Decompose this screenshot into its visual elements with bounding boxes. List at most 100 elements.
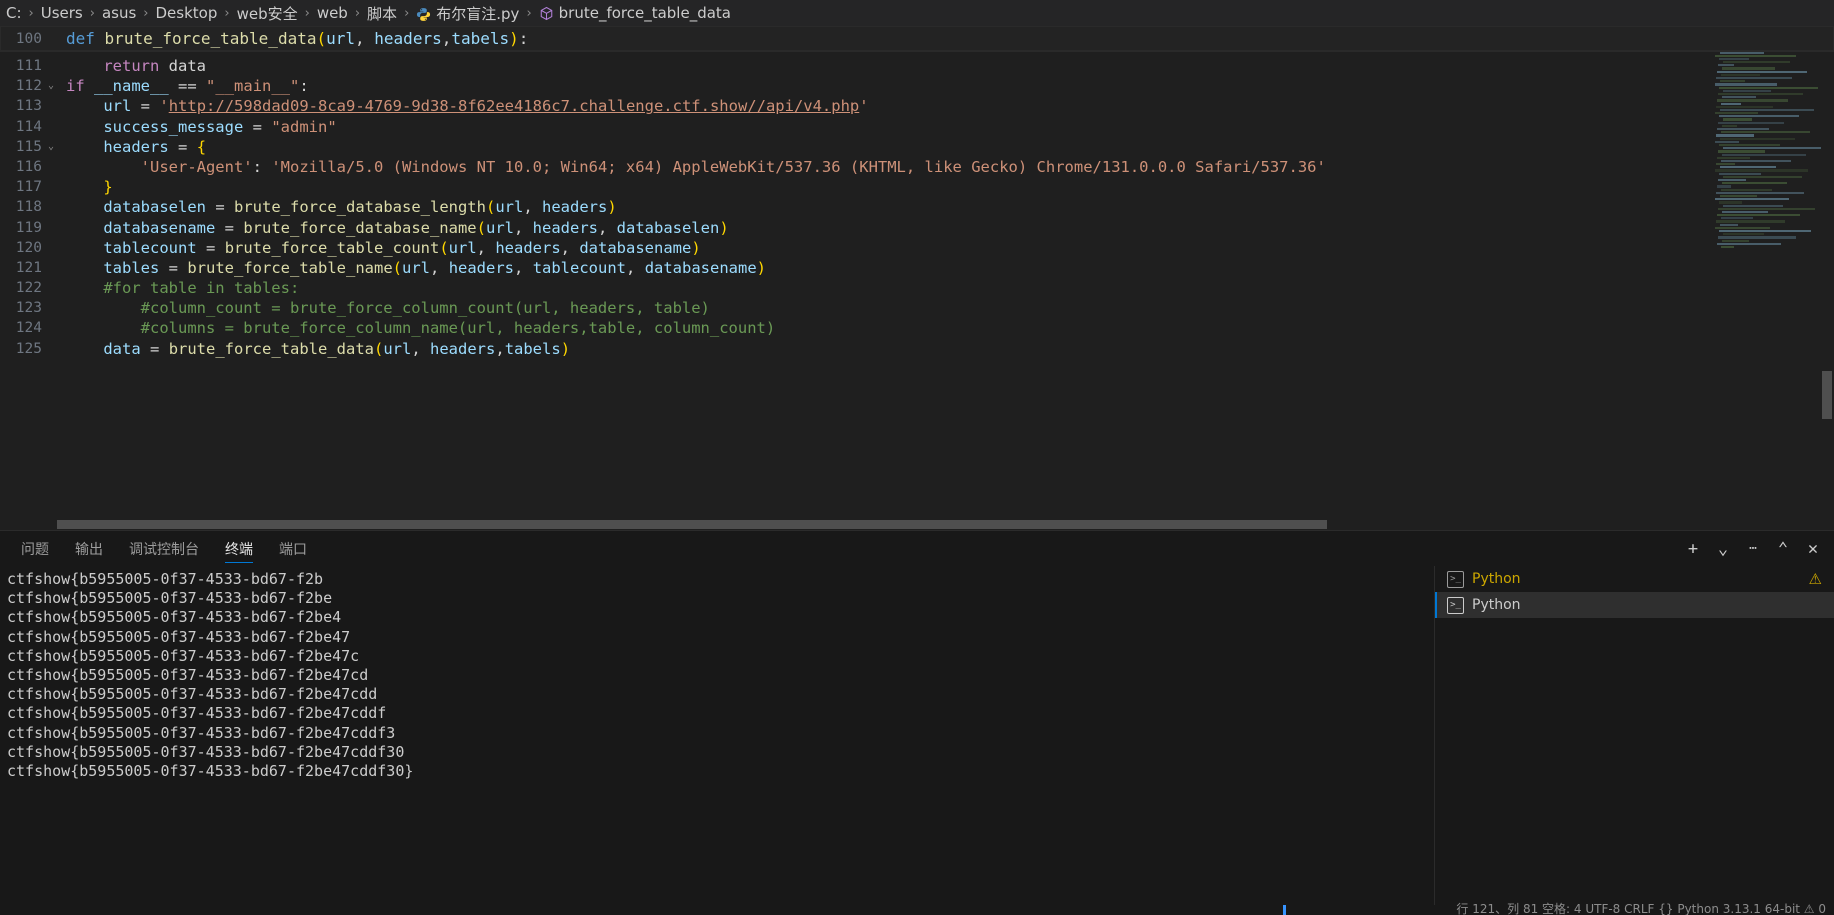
breadcrumb-item[interactable]: web xyxy=(317,4,348,22)
code-token: tabels xyxy=(504,339,561,358)
code-line[interactable]: 113 url = 'http://598dad09-8ca9-4769-9d3… xyxy=(0,96,1834,116)
breadcrumb-item[interactable]: 脚本 xyxy=(367,3,397,24)
editor-horizontal-scrollbar[interactable] xyxy=(0,518,1450,530)
code-token: 'User-Agent' xyxy=(140,157,253,176)
breadcrumb-item[interactable]: web安全 xyxy=(237,3,298,24)
panel-close-button[interactable]: ✕ xyxy=(1800,536,1826,562)
terminal-icon: >_ xyxy=(1447,596,1464,614)
fold-indicator[interactable]: ⌄ xyxy=(42,76,60,96)
python-file-icon xyxy=(416,7,431,22)
terminal-tab-0[interactable]: >_ Python ⚠ xyxy=(1435,566,1834,592)
breadcrumb-item[interactable]: 布尔盲注.py xyxy=(416,3,519,24)
code-token: = xyxy=(206,238,216,257)
panel-tab-1[interactable]: 输出 xyxy=(62,531,116,566)
code-token: : xyxy=(299,77,309,96)
code-token: , xyxy=(476,238,496,257)
code-text: if __name__ == "__main__": xyxy=(60,76,309,96)
code-token: ' xyxy=(159,97,169,116)
line-number: 118 xyxy=(15,199,42,216)
terminal-output[interactable]: ctfshow{b5955005-0f37-4533-bd67-f2b ctfsh… xyxy=(0,566,1434,915)
terminal-tab-list[interactable]: >_ Python ⚠ >_ Python xyxy=(1434,566,1834,915)
code-token: ) xyxy=(756,258,767,277)
breadcrumb-separator: › xyxy=(143,5,149,21)
line-number: 100 xyxy=(15,30,42,47)
terminal-dropdown-button[interactable]: ⌄ xyxy=(1710,536,1736,562)
code-text: data = brute_force_table_data(url, heade… xyxy=(60,339,570,359)
code-token: ) xyxy=(719,218,729,237)
code-line[interactable]: 111 return data xyxy=(0,56,1834,76)
terminal-more-button[interactable]: ⋯ xyxy=(1740,536,1766,562)
line-number: 113 xyxy=(15,98,42,115)
code-line[interactable]: 123 #column_count = brute_force_column_c… xyxy=(0,298,1834,318)
symbol-method-icon xyxy=(539,6,554,21)
code-editor[interactable]: 100 def brute_force_table_data(url, head… xyxy=(0,26,1834,530)
code-token: == xyxy=(178,77,197,96)
terminal-output-line: ctfshow{b5955005-0f37-4533-bd67-f2be47cd xyxy=(7,666,369,685)
breadcrumb-label: 脚本 xyxy=(367,4,398,23)
code-line[interactable]: 116 'User-Agent': 'Mozilla/5.0 (Windows … xyxy=(0,157,1834,177)
code-line[interactable]: 117 } xyxy=(0,177,1834,197)
code-line[interactable]: 114 success_message = "admin" xyxy=(0,117,1834,137)
breadcrumb-item[interactable]: Desktop xyxy=(156,4,218,22)
code-line[interactable]: 124 #columns = brute_force_column_name(u… xyxy=(0,318,1834,338)
code-token: = xyxy=(224,218,234,237)
code-token[interactable]: http://598dad09-8ca9-4769-9d38-8f62ee418… xyxy=(169,97,860,115)
panel-maximize-button[interactable]: ⌃ xyxy=(1770,536,1796,562)
code-token: #for table in tables: xyxy=(66,279,300,298)
code-token: 'Mozilla/5.0 (Windows NT 10.0; Win64; x6… xyxy=(271,157,1326,176)
breadcrumb-separator: › xyxy=(404,5,410,21)
code-token: = xyxy=(140,97,151,116)
code-text: databaselen = brute_force_database_lengt… xyxy=(60,197,616,217)
panel-tab-label: 端口 xyxy=(279,541,307,558)
breadcrumb[interactable]: C: › Users › asus › Desktop › web安全 › web › 脚本 › 布尔盲注.… xyxy=(0,0,1834,26)
breadcrumb-item[interactable]: Users xyxy=(41,4,83,22)
line-number: 123 xyxy=(15,300,42,317)
fold-indicator[interactable]: ⌄ xyxy=(42,137,60,157)
code-token: url xyxy=(402,258,431,277)
code-line[interactable]: 122 #for table in tables: xyxy=(0,278,1834,298)
code-token: data xyxy=(103,339,141,358)
editor-vertical-scrollbar[interactable] xyxy=(1820,26,1834,530)
line-number: 122 xyxy=(15,280,42,297)
terminal-tab-1[interactable]: >_ Python xyxy=(1435,592,1834,618)
code-token: = xyxy=(168,258,179,277)
terminal-output-line: ctfshow{b5955005-0f37-4533-bd67-f2b xyxy=(7,570,324,588)
code-line[interactable]: 125 data = brute_force_table_data(url, h… xyxy=(0,339,1834,359)
code-line[interactable]: 119 databasename = brute_force_database_… xyxy=(0,218,1834,238)
breadcrumb-item[interactable]: brute_force_table_data xyxy=(539,4,731,22)
panel-tab-3[interactable]: 终端 xyxy=(212,531,266,566)
breadcrumb-item[interactable]: C: xyxy=(6,4,22,22)
line-number: 112 xyxy=(15,78,42,95)
code-token: , xyxy=(411,339,431,358)
code-text: tablecount = brute_force_table_count(url… xyxy=(60,238,700,258)
code-line[interactable]: 118 databaselen = brute_force_database_l… xyxy=(0,197,1834,217)
line-number: 124 xyxy=(15,320,42,337)
panel-tab-0[interactable]: 问题 xyxy=(8,531,62,566)
panel-tab-4[interactable]: 端口 xyxy=(266,531,320,566)
code-line[interactable]: 121 tables = brute_force_table_name(url,… xyxy=(0,258,1834,278)
code-text: #column_count = brute_force_column_count… xyxy=(60,298,710,318)
scrollbar-thumb[interactable] xyxy=(1822,371,1832,419)
terminal-output-line: ctfshow{b5955005-0f37-4533-bd67-f2be47cd… xyxy=(7,742,405,761)
new-terminal-button[interactable]: + xyxy=(1680,536,1706,562)
code-line[interactable]: 115 ⌄ headers = { xyxy=(0,137,1834,157)
scrollbar-thumb[interactable] xyxy=(57,520,1327,529)
code-line[interactable]: 120 tablecount = brute_force_table_count… xyxy=(0,238,1834,258)
code-token: url xyxy=(103,97,132,116)
breadcrumb-item[interactable]: asus xyxy=(102,4,136,22)
code-text: #for table in tables: xyxy=(60,278,299,298)
terminal-output-line: ctfshow{b5955005-0f37-4533-bd67-f2be47cd… xyxy=(7,685,378,704)
panel-tab-2[interactable]: 调试控制台 xyxy=(116,531,212,566)
code-line[interactable]: 112 ⌄ if __name__ == "__main__": xyxy=(0,76,1834,96)
